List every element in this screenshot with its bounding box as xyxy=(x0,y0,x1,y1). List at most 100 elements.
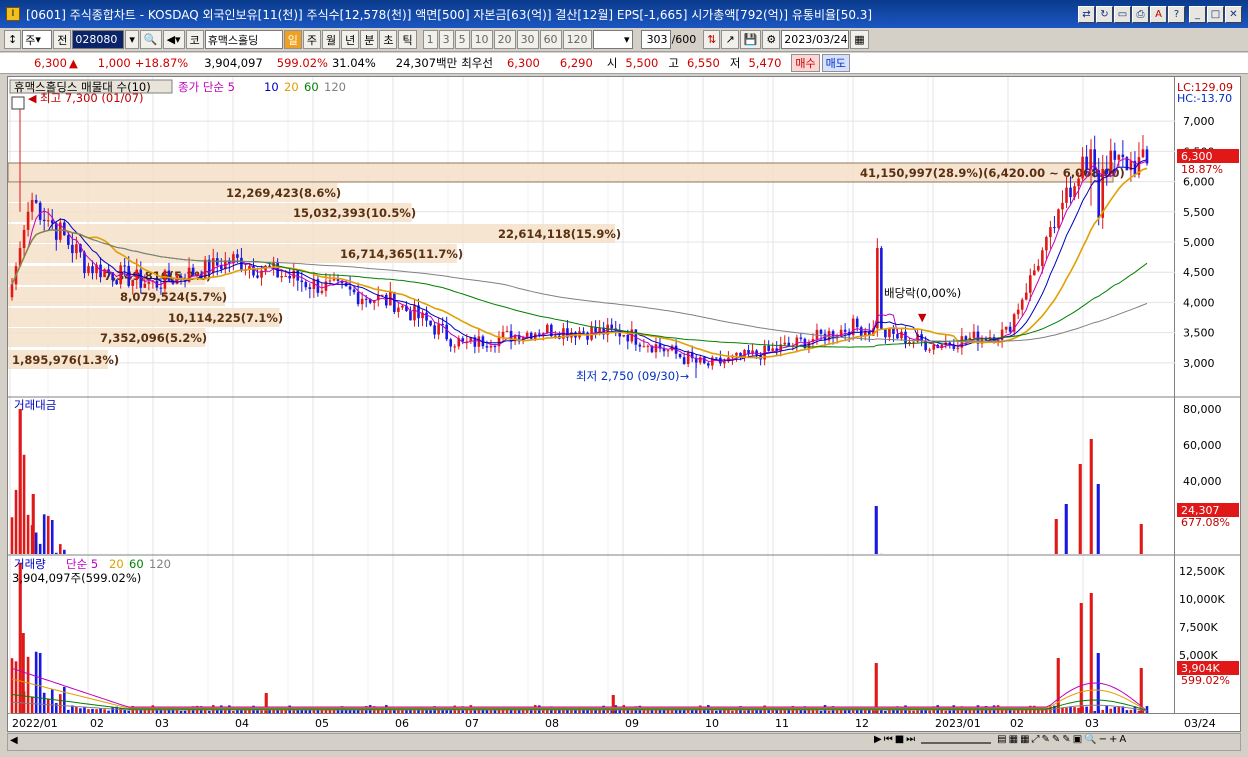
draw-icon[interactable]: ✎ xyxy=(1042,734,1050,745)
stock-name-field[interactable]: 휴맥스홀딩 xyxy=(204,30,283,49)
draw3-icon[interactable]: ✎ xyxy=(1062,734,1070,745)
minute-120[interactable]: 120 xyxy=(562,30,592,49)
chart-svg[interactable]: 41,150,997(28.9%)(6,420.00 ~ 6,068.00) 12… xyxy=(7,77,1176,715)
amount-bar xyxy=(46,515,50,554)
chart-area[interactable]: 41,150,997(28.9%)(6,420.00 ~ 6,068.00) 12… xyxy=(7,76,1176,715)
candle-body xyxy=(167,270,171,281)
window-icon[interactable]: ▭ xyxy=(1114,5,1131,23)
font-size-icon[interactable]: A xyxy=(1119,734,1126,745)
maximize-button[interactable]: □ xyxy=(1207,5,1224,23)
period-week[interactable]: 주 xyxy=(302,30,321,49)
view-icon[interactable]: ▤ xyxy=(997,734,1006,745)
amount-bar xyxy=(38,543,42,554)
candle-body xyxy=(115,280,118,285)
volume-profile: 41,150,997(28.9%)(6,420.00 ~ 6,068.00) 12… xyxy=(7,162,1125,369)
trend-icon[interactable]: ↗ xyxy=(721,30,739,49)
print-icon[interactable]: ⎙ xyxy=(1132,5,1149,23)
close-button[interactable]: ✕ xyxy=(1225,5,1242,23)
candle-body xyxy=(884,328,887,338)
x-labels: 2022/01 02 03 04 05 06 07 08 09 10 11 12 2023/01 02 03 xyxy=(12,717,1099,730)
candle-body xyxy=(1028,275,1032,293)
period-second[interactable]: 초 xyxy=(379,30,398,49)
expand-icon[interactable]: ⤢ xyxy=(1032,734,1040,745)
minute-5[interactable]: 5 xyxy=(454,30,470,49)
help-icon[interactable]: ? xyxy=(1168,5,1185,23)
minute-1[interactable]: 1 xyxy=(422,30,438,49)
search-icon[interactable]: 🔍 xyxy=(139,30,162,49)
period-year[interactable]: 년 xyxy=(341,30,360,49)
date-input[interactable]: 2023/03/24 xyxy=(781,30,850,49)
minimize-button[interactable]: _ xyxy=(1189,5,1206,23)
candle-body xyxy=(123,265,126,267)
compare-icon[interactable]: ⇅ xyxy=(703,30,721,49)
scroll-left-icon[interactable]: ◀ xyxy=(10,735,18,746)
stop-icon[interactable]: ■ xyxy=(895,734,904,745)
chart-type-icon[interactable]: ↕ xyxy=(4,30,22,49)
volume-value: 3,904,097 xyxy=(204,56,263,70)
minute-60[interactable]: 60 xyxy=(539,30,562,49)
period-day[interactable]: 일 xyxy=(283,30,302,49)
layout-icon[interactable]: ▦ xyxy=(1009,734,1018,745)
minus-icon[interactable]: − xyxy=(1099,734,1107,745)
volume-bar xyxy=(912,710,915,713)
candle-body xyxy=(1081,156,1084,179)
refresh-icon[interactable]: ↻ xyxy=(1096,5,1113,23)
y-axis-area: LC:129.09 HC:-13.70 7,0006,5006,0005,500… xyxy=(1175,76,1241,714)
volume-tick-label: 10,000K xyxy=(1179,593,1225,606)
candle-body xyxy=(437,324,440,335)
save-icon[interactable]: 💾 xyxy=(739,30,762,49)
grid-toggle-icon[interactable] xyxy=(11,96,25,110)
app-icon: I xyxy=(6,7,20,21)
candle-body xyxy=(743,349,746,358)
count-input[interactable]: 303 xyxy=(640,30,671,49)
minute-30[interactable]: 30 xyxy=(516,30,539,49)
chart-scrollbar[interactable]: ◀ ▶ ⏮ ■ ⏭ ▤ ▦ ▦ ⤢ ✎ ✎ ✎ ▣ 🔍 − + A xyxy=(7,733,1241,751)
x-axis-label: 04 xyxy=(235,717,249,730)
candle-body xyxy=(1085,156,1088,170)
amount-bar xyxy=(63,549,66,554)
candle-body xyxy=(10,284,14,298)
draw2-icon[interactable]: ✎ xyxy=(1052,734,1060,745)
volume-bar xyxy=(103,709,106,713)
candle-body xyxy=(880,248,883,329)
volume-bar xyxy=(42,692,46,713)
amount-bar xyxy=(10,517,14,554)
prev-button[interactable]: 전 xyxy=(53,30,72,49)
copy-icon[interactable]: ▣ xyxy=(1073,734,1082,745)
forward-icon[interactable]: ⏭ xyxy=(906,734,915,745)
count-total: /600 xyxy=(671,33,697,46)
minute-10[interactable]: 10 xyxy=(470,30,493,49)
sell-button[interactable]: 매도 xyxy=(821,54,850,72)
layout2-icon[interactable]: ▦ xyxy=(1020,734,1029,745)
zoom-slider[interactable] xyxy=(921,736,992,744)
period-tick[interactable]: 틱 xyxy=(398,30,417,49)
volume-bar xyxy=(944,710,948,713)
font-icon[interactable]: A xyxy=(1150,5,1167,23)
amount-bar-peak xyxy=(874,506,878,554)
minute-custom-select[interactable]: ▾ xyxy=(592,30,633,49)
calendar-icon[interactable]: ▦ xyxy=(850,30,869,49)
plus-icon[interactable]: + xyxy=(1109,734,1117,745)
rewind-icon[interactable]: ⏮ xyxy=(884,734,893,745)
stock-code-input[interactable]: 028080 xyxy=(72,30,125,49)
ma-120-label: 120 xyxy=(324,80,346,94)
scroll-right-icon[interactable]: ▶ xyxy=(874,734,882,745)
zoom-icon[interactable]: 🔍 xyxy=(1084,734,1096,745)
low-label: 저 xyxy=(729,56,741,70)
minute-3[interactable]: 3 xyxy=(438,30,454,49)
volume-bar xyxy=(819,710,823,713)
period-month[interactable]: 월 xyxy=(321,30,341,49)
speaker-icon[interactable]: ◀▾ xyxy=(162,30,185,49)
link-icon[interactable]: ⇄ xyxy=(1078,5,1095,23)
volume-profile-label: 12,269,423(8.6%) xyxy=(226,186,341,200)
candle-body xyxy=(1004,326,1008,330)
ask-value: 6,290 xyxy=(559,56,593,70)
settings-icon[interactable]: ⚙ xyxy=(762,30,781,49)
period-minute[interactable]: 분 xyxy=(360,30,379,49)
candle-body xyxy=(1057,209,1060,228)
period-select[interactable]: 주 ▾ xyxy=(22,30,53,49)
minute-20[interactable]: 20 xyxy=(493,30,516,49)
volume-bar xyxy=(203,710,207,713)
buy-button[interactable]: 매수 xyxy=(791,54,820,72)
code-dropdown-icon[interactable]: ▾ xyxy=(125,30,139,49)
